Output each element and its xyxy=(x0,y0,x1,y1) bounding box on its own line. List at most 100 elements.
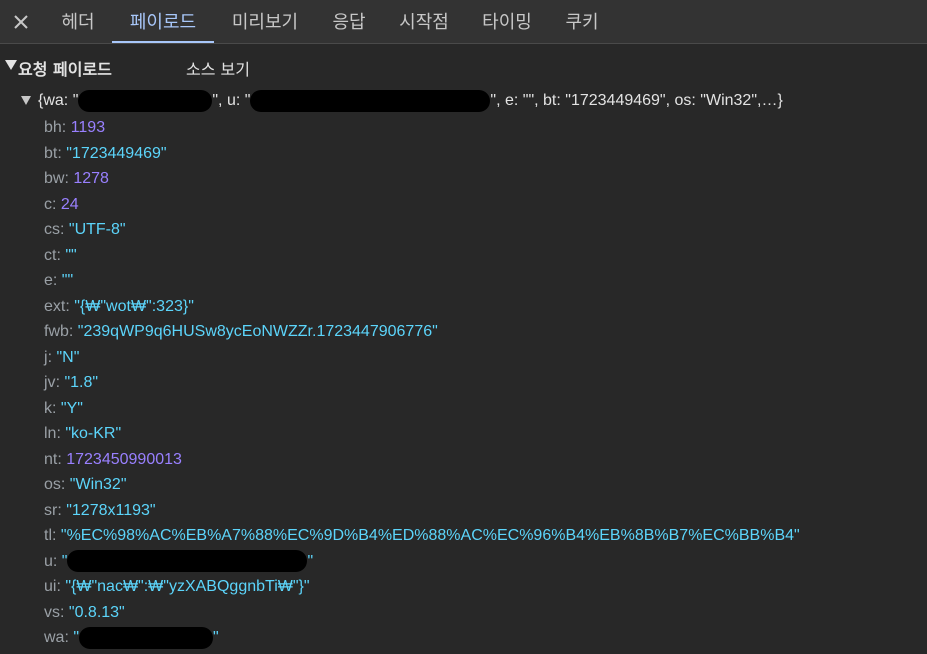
property-colon: : xyxy=(52,527,61,544)
property-value: 24 xyxy=(60,195,79,213)
property-value: "1278x1193" xyxy=(66,501,156,519)
property-colon: : xyxy=(57,144,67,162)
property-row-ui[interactable]: ui: "{₩"nac₩":₩"yzXABQggnbTi₩"}" xyxy=(44,574,924,600)
property-value: "Win32" xyxy=(69,476,127,493)
property-value: "239qWP9q6HUSw8ycEoNWZZr.1723447906776" xyxy=(77,323,438,340)
property-value: "" xyxy=(61,272,74,289)
property-colon: : xyxy=(65,297,75,315)
property-key: os xyxy=(44,476,61,493)
property-key: bt xyxy=(44,144,58,162)
property-key: ext xyxy=(44,297,66,315)
property-colon: : xyxy=(56,578,66,595)
summary-open: {wa: " xyxy=(38,92,79,110)
property-row-bh[interactable]: bh: 1193 xyxy=(44,115,924,141)
tab-payload[interactable]: 페이로드 xyxy=(112,0,214,43)
property-row-vs[interactable]: vs: "0.8.13" xyxy=(44,600,924,626)
property-key: cs xyxy=(44,221,60,238)
property-row-os[interactable]: os: "Win32" xyxy=(44,472,924,498)
property-colon: : xyxy=(68,323,78,340)
property-colon: : xyxy=(57,450,67,468)
property-row-bt[interactable]: bt: "1723449469" xyxy=(44,141,924,167)
property-row-wa[interactable]: wa: " " xyxy=(44,625,924,651)
property-value: "" xyxy=(65,246,77,264)
section-title[interactable]: 요청 페이로드 xyxy=(18,56,112,80)
active-tab-indicator xyxy=(112,41,214,43)
property-row-bw[interactable]: bw: 1278 xyxy=(44,166,924,192)
property-row-ct[interactable]: ct: "" xyxy=(44,243,924,269)
property-key: ui xyxy=(44,578,57,595)
property-key: wa xyxy=(44,629,65,646)
property-key: sr xyxy=(44,501,58,519)
property-value: 1278 xyxy=(73,170,109,187)
property-value: "0.8.13" xyxy=(68,603,125,621)
property-key: vs xyxy=(44,603,60,621)
property-value-suffix: " xyxy=(213,629,219,646)
property-value: 1723450990013 xyxy=(66,450,182,468)
property-key: e xyxy=(44,272,53,289)
summary-mid1: ", u: " xyxy=(212,92,251,110)
section-expand-icon[interactable] xyxy=(5,60,17,70)
property-row-tl[interactable]: tl: "%EC%98%AC%EB%A7%88%EC%9D%B4%ED%88%A… xyxy=(44,523,924,549)
tab-preview[interactable]: 미리보기 xyxy=(222,0,308,43)
property-colon: : xyxy=(52,399,61,417)
property-value: "1723449469" xyxy=(66,144,167,162)
property-value: "%EC%98%AC%EB%A7%88%EC%9D%B4%ED%88%AC%EC… xyxy=(60,527,800,544)
property-row-nt[interactable]: nt: 1723450990013 xyxy=(44,447,924,473)
property-value-suffix: " xyxy=(307,552,314,570)
redacted-block xyxy=(78,90,213,112)
redacted-block xyxy=(79,626,214,649)
tab-headers[interactable]: 헤더 xyxy=(50,0,106,43)
view-source-link[interactable]: 소스 보기 xyxy=(186,56,250,80)
property-row-e[interactable]: e: "" xyxy=(44,268,924,294)
property-value: "{₩"nac₩":₩"yzXABQggnbTi₩"}" xyxy=(65,578,310,595)
property-key: jv xyxy=(44,374,56,391)
property-row-k[interactable]: k: "Y" xyxy=(44,396,924,422)
property-colon: : xyxy=(61,119,71,136)
property-value: "ko-KR" xyxy=(65,425,122,442)
property-key: bw xyxy=(44,170,65,187)
property-row-ln[interactable]: ln: "ko-KR" xyxy=(44,421,924,447)
property-colon: : xyxy=(64,170,74,187)
tab-initiator[interactable]: 시작점 xyxy=(390,0,458,43)
property-row-j[interactable]: j: "N" xyxy=(44,345,924,371)
object-expand-icon[interactable] xyxy=(21,96,31,105)
property-value: "Y" xyxy=(60,399,83,417)
property-row-jv[interactable]: jv: "1.8" xyxy=(44,370,924,396)
property-colon: : xyxy=(56,246,66,264)
property-value: "{₩"wot₩":323}" xyxy=(74,297,194,315)
property-key: bh xyxy=(44,119,62,136)
property-value: "N" xyxy=(56,348,80,366)
redacted-block xyxy=(67,550,308,573)
close-icon[interactable] xyxy=(10,11,32,33)
property-key: u xyxy=(44,552,53,570)
property-key: nt xyxy=(44,450,58,468)
property-row-ext[interactable]: ext: "{₩"wot₩":323}" xyxy=(44,294,924,320)
property-colon: : xyxy=(64,629,74,646)
property-key: fwb xyxy=(44,323,69,340)
summary-mid2: ", e: "", bt: "1723449469", os: "Win32",… xyxy=(490,92,783,110)
property-row-u[interactable]: u: " " xyxy=(44,549,924,575)
property-colon: : xyxy=(57,501,67,519)
property-key: ct xyxy=(44,246,57,264)
property-colon: : xyxy=(52,272,62,289)
property-key: c xyxy=(44,195,52,213)
tab-bar: 헤더 페이로드 미리보기 응답 시작점 타이밍 쿠키 xyxy=(0,0,927,44)
redacted-block xyxy=(250,90,491,112)
property-value: "1.8" xyxy=(64,374,99,391)
property-row-cs[interactable]: cs: "UTF-8" xyxy=(44,217,924,243)
property-value: "UTF-8" xyxy=(68,221,126,238)
property-colon: : xyxy=(60,476,70,493)
tab-cookies[interactable]: 쿠키 xyxy=(556,0,608,43)
payload-object-summary[interactable]: {wa: " ", u: " ", e: "", bt: "1723449469",… xyxy=(0,88,927,112)
property-row-c[interactable]: c: 24 xyxy=(44,192,924,218)
property-colon: : xyxy=(60,603,69,621)
property-key: tl xyxy=(44,527,52,544)
property-row-fwb[interactable]: fwb: "239qWP9q6HUSw8ycEoNWZZr.1723447906… xyxy=(44,319,924,345)
tab-timing[interactable]: 타이밍 xyxy=(472,0,542,43)
property-key: k xyxy=(44,399,52,417)
tab-response[interactable]: 응답 xyxy=(322,0,376,43)
payload-properties: bh: 1193 bt: "1723449469" bw: 1278 c: 24 cs:… xyxy=(44,115,924,651)
property-value: 1193 xyxy=(70,119,106,136)
property-row-sr[interactable]: sr: "1278x1193" xyxy=(44,498,924,524)
property-colon: : xyxy=(52,552,62,570)
